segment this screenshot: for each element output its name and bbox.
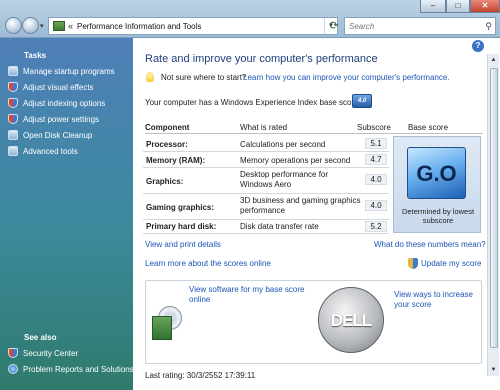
component-label: Primary hard disk:	[146, 222, 217, 231]
minimize-button[interactable]: –	[420, 0, 446, 13]
table-header: Component What is rated Subscore Base sc…	[145, 122, 483, 134]
control-panel-icon	[53, 21, 65, 31]
refresh-icon[interactable]: ⟳	[326, 18, 342, 34]
disk-cleanup-icon	[8, 130, 18, 140]
sidebar-item-problem-reports[interactable]: Problem Reports and Solutions	[8, 364, 134, 374]
base-score-panel: G.O Determined by lowest subscore	[393, 136, 481, 233]
shield-icon	[8, 82, 18, 92]
table-row: Processor: Calculations per second 5.1	[143, 136, 389, 152]
base-score-caption: Determined by lowest subscore	[401, 207, 475, 225]
subscore-value: 5.1	[365, 138, 387, 149]
recent-pages-dropdown[interactable]: ▾	[40, 22, 44, 30]
view-print-details-link[interactable]: View and print details	[145, 240, 221, 249]
base-score-badge: G.O	[407, 147, 466, 199]
sidebar-item-indexing[interactable]: Adjust indexing options	[8, 98, 105, 108]
see-also-heading: See also	[24, 333, 57, 342]
sidebar-item-label: Manage startup programs	[23, 66, 115, 76]
maximize-button[interactable]: □	[446, 0, 470, 13]
search-box[interactable]: ⚲	[344, 17, 496, 35]
rated-description: Desktop performance for Windows Aero	[240, 170, 329, 189]
sidebar-item-disk-cleanup[interactable]: Open Disk Cleanup	[8, 130, 92, 140]
sidebar-item-startup[interactable]: Manage startup programs	[8, 66, 115, 76]
header-subscore: Subscore	[357, 123, 391, 132]
dell-logo: DELL	[318, 287, 384, 353]
ways-to-increase-link[interactable]: View ways to increase your score	[394, 290, 474, 310]
sidebar-item-label: Problem Reports and Solutions	[23, 364, 134, 374]
tasks-heading: Tasks	[24, 51, 47, 60]
address-field[interactable]: « Performance Information and Tools ▾	[48, 17, 338, 35]
sidebar-item-label: Open Disk Cleanup	[23, 130, 93, 140]
shield-icon	[408, 258, 418, 269]
sidebar-item-label: Adjust power settings	[23, 114, 100, 124]
search-input[interactable]	[349, 21, 477, 31]
component-label: Gaming graphics:	[146, 203, 215, 212]
page-title: Rate and improve your computer's perform…	[145, 53, 378, 65]
rated-description: Memory operations per second	[240, 156, 351, 165]
update-score-link[interactable]: Update my score	[421, 259, 481, 268]
startup-icon	[8, 66, 18, 76]
power-icon	[8, 114, 18, 124]
sidebar-item-label: Adjust visual effects	[23, 82, 94, 92]
breadcrumb[interactable]: Performance Information and Tools	[77, 22, 201, 31]
what-numbers-mean-link[interactable]: What do these numbers mean?	[374, 240, 486, 249]
sidebar-item-visual-effects[interactable]: Adjust visual effects	[8, 82, 94, 92]
breadcrumb-chevron-icon[interactable]: «	[68, 21, 73, 31]
vertical-scrollbar[interactable]: ▲ ▼	[487, 54, 499, 376]
tools-icon	[8, 146, 18, 156]
search-icon[interactable]: ⚲	[485, 21, 492, 32]
globe-icon	[8, 364, 18, 374]
subscore-value: 4.0	[365, 174, 387, 185]
table-row: Graphics: Desktop performance for Window…	[143, 168, 389, 194]
rated-description: Calculations per second	[240, 140, 326, 149]
component-label: Processor:	[146, 140, 188, 149]
header-component: Component	[145, 123, 190, 132]
rated-description: 3D business and gaming graphics performa…	[240, 196, 361, 215]
back-button[interactable]	[5, 17, 22, 34]
base-score-text: Your computer has a Windows Experience I…	[145, 98, 368, 107]
component-label: Graphics:	[146, 177, 184, 186]
sidebar-item-label: Advanced tools	[23, 146, 78, 156]
sidebar-item-security-center[interactable]: Security Center	[8, 348, 78, 358]
help-icon[interactable]: ?	[472, 40, 484, 52]
subscore-value: 5.2	[365, 221, 387, 232]
sidebar-item-power[interactable]: Adjust power settings	[8, 114, 99, 124]
indexing-icon	[8, 98, 18, 108]
tip-question: Not sure where to start?	[161, 73, 247, 82]
view-software-link[interactable]: View software for my base score online	[189, 285, 307, 305]
subscore-value: 4.7	[365, 154, 387, 165]
scroll-up-icon[interactable]: ▲	[488, 54, 499, 66]
sidebar-item-label: Adjust indexing options	[23, 98, 106, 108]
scroll-thumb[interactable]	[490, 68, 498, 348]
last-rating: Last rating: 30/3/2552 17:39:11	[145, 371, 256, 380]
table-row: Primary hard disk: Disk data transfer ra…	[143, 220, 389, 234]
subscore-value: 4.0	[365, 200, 387, 211]
scroll-down-icon[interactable]: ▼	[488, 364, 499, 376]
close-button[interactable]: ✕	[470, 0, 500, 13]
forward-button[interactable]	[22, 17, 39, 34]
address-bar: – □ ✕ ▾ « Performance Information and To…	[0, 0, 500, 38]
learn-more-scores-link[interactable]: Learn more about the scores online	[145, 259, 271, 268]
experience-index-icon: 4.0	[352, 94, 372, 108]
learn-improve-link[interactable]: Learn how you can improve your computer'…	[243, 73, 450, 82]
lightbulb-icon	[146, 72, 154, 82]
header-base-score: Base score	[408, 123, 449, 132]
table-row: Memory (RAM): Memory operations per seco…	[143, 152, 389, 168]
shield-icon	[8, 348, 18, 358]
table-row: Gaming graphics: 3D business and gaming …	[143, 194, 389, 220]
sidebar-item-label: Security Center	[23, 348, 79, 358]
rated-description: Disk data transfer rate	[240, 222, 319, 231]
header-what-is-rated: What is rated	[240, 123, 288, 132]
sidebar-item-advanced-tools[interactable]: Advanced tools	[8, 146, 78, 156]
software-box-icon	[152, 306, 182, 340]
component-label: Memory (RAM):	[146, 156, 206, 165]
